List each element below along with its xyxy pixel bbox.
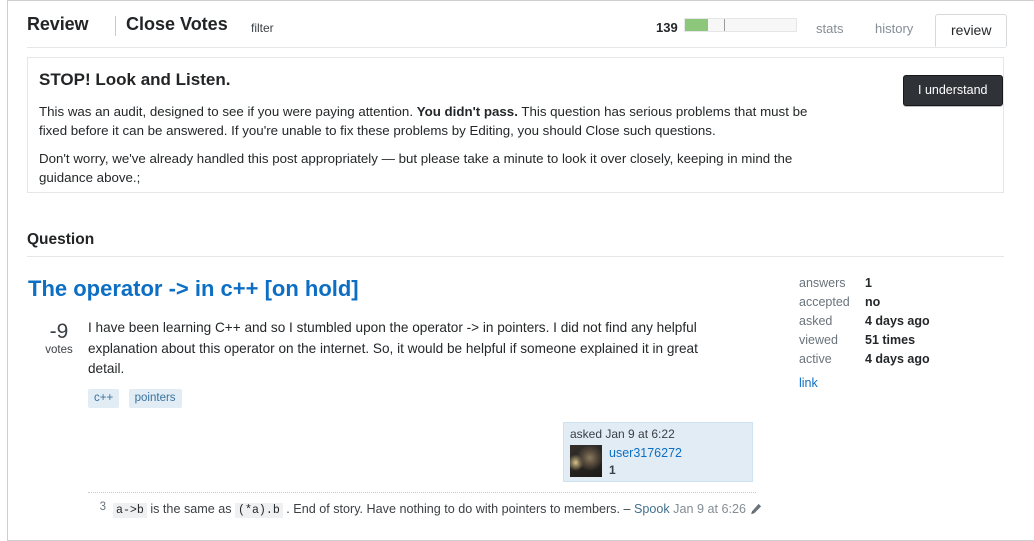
tab-stats[interactable]: stats [816,21,843,36]
section-divider [27,256,1004,257]
review-count: 139 [656,20,678,35]
stat-key-viewed: viewed [799,333,838,347]
stat-key-active: active [799,352,832,366]
tag-pointers[interactable]: pointers [128,389,182,408]
pencil-icon[interactable] [750,502,762,520]
asker-username-link[interactable]: user3176272 [609,446,682,460]
review-progress-bar [684,18,797,32]
comment-separator [88,492,756,493]
comment-author-link[interactable]: Spook [634,502,670,516]
comment-text-1: is the same as [146,502,236,516]
review-progress-fill [685,19,708,31]
window-border-left [7,0,8,541]
stat-value-accepted: no [865,295,881,309]
comment-timestamp: Jan 9 at 6:26 [669,502,747,516]
window-border-top [7,0,1034,1]
question-vote-count: -9 [49,320,69,343]
asker-reputation: 1 [609,463,616,477]
title-divider [115,16,116,36]
stat-value-answers: 1 [865,276,872,290]
section-heading-question: Question [27,231,95,248]
stat-key-asked: asked [799,314,833,328]
question-permalink[interactable]: link [799,376,818,390]
notice-title: STOP! Look and Listen. [39,70,231,89]
notice-p1-emphasis: You didn't pass. [416,104,518,119]
stat-value-active: 4 days ago [865,352,930,366]
tag-cpp[interactable]: c++ [88,389,120,408]
comment-code-2: (*a).b [235,503,283,518]
review-progress-tick [724,19,725,31]
stat-value-asked: 4 days ago [865,314,930,328]
i-understand-button[interactable]: I understand [903,75,1003,106]
notice-p1-text-a: This was an audit, designed to see if yo… [39,104,417,119]
page-title: Review [27,14,89,34]
question-body: I have been learning C++ and so I stumbl… [88,320,698,376]
tab-history[interactable]: history [875,21,913,36]
comment-text-2: . End of story. Have nothing to do with … [282,502,634,516]
stat-value-viewed: 51 times [865,333,916,347]
page-header: Review Close Votes filter 139 stats hist… [27,14,1008,47]
review-queue-name: Close Votes [126,14,228,34]
question-title-link[interactable]: The operator -> in c++ [on hold] [28,276,359,302]
comment-code-1: a->b [113,503,147,518]
asked-timestamp: asked Jan 9 at 6:22 [570,427,675,441]
comment-body: a->b is the same as (*a).b . End of stor… [113,500,763,520]
notice-paragraph-1: This was an audit, designed to see if yo… [39,102,839,140]
filter-link[interactable]: filter [251,21,274,35]
asker-user-card: asked Jan 9 at 6:22 user3176272 1 [563,422,753,482]
question-vote-label: votes [45,344,73,356]
audit-notice-box: STOP! Look and Listen. This was an audit… [27,57,1004,193]
avatar[interactable] [570,445,602,477]
comment-score: 3 [99,501,106,513]
question-tag-list: c++ pointers [88,388,187,408]
tab-review[interactable]: review [935,14,1008,47]
stat-key-answers: answers [799,276,846,290]
notice-paragraph-2: Don't worry, we've already handled this … [39,151,793,185]
stat-key-accepted: accepted [799,295,850,309]
header-divider [27,47,1006,48]
review-page: Review Close Votes filter 139 stats hist… [0,0,1034,541]
